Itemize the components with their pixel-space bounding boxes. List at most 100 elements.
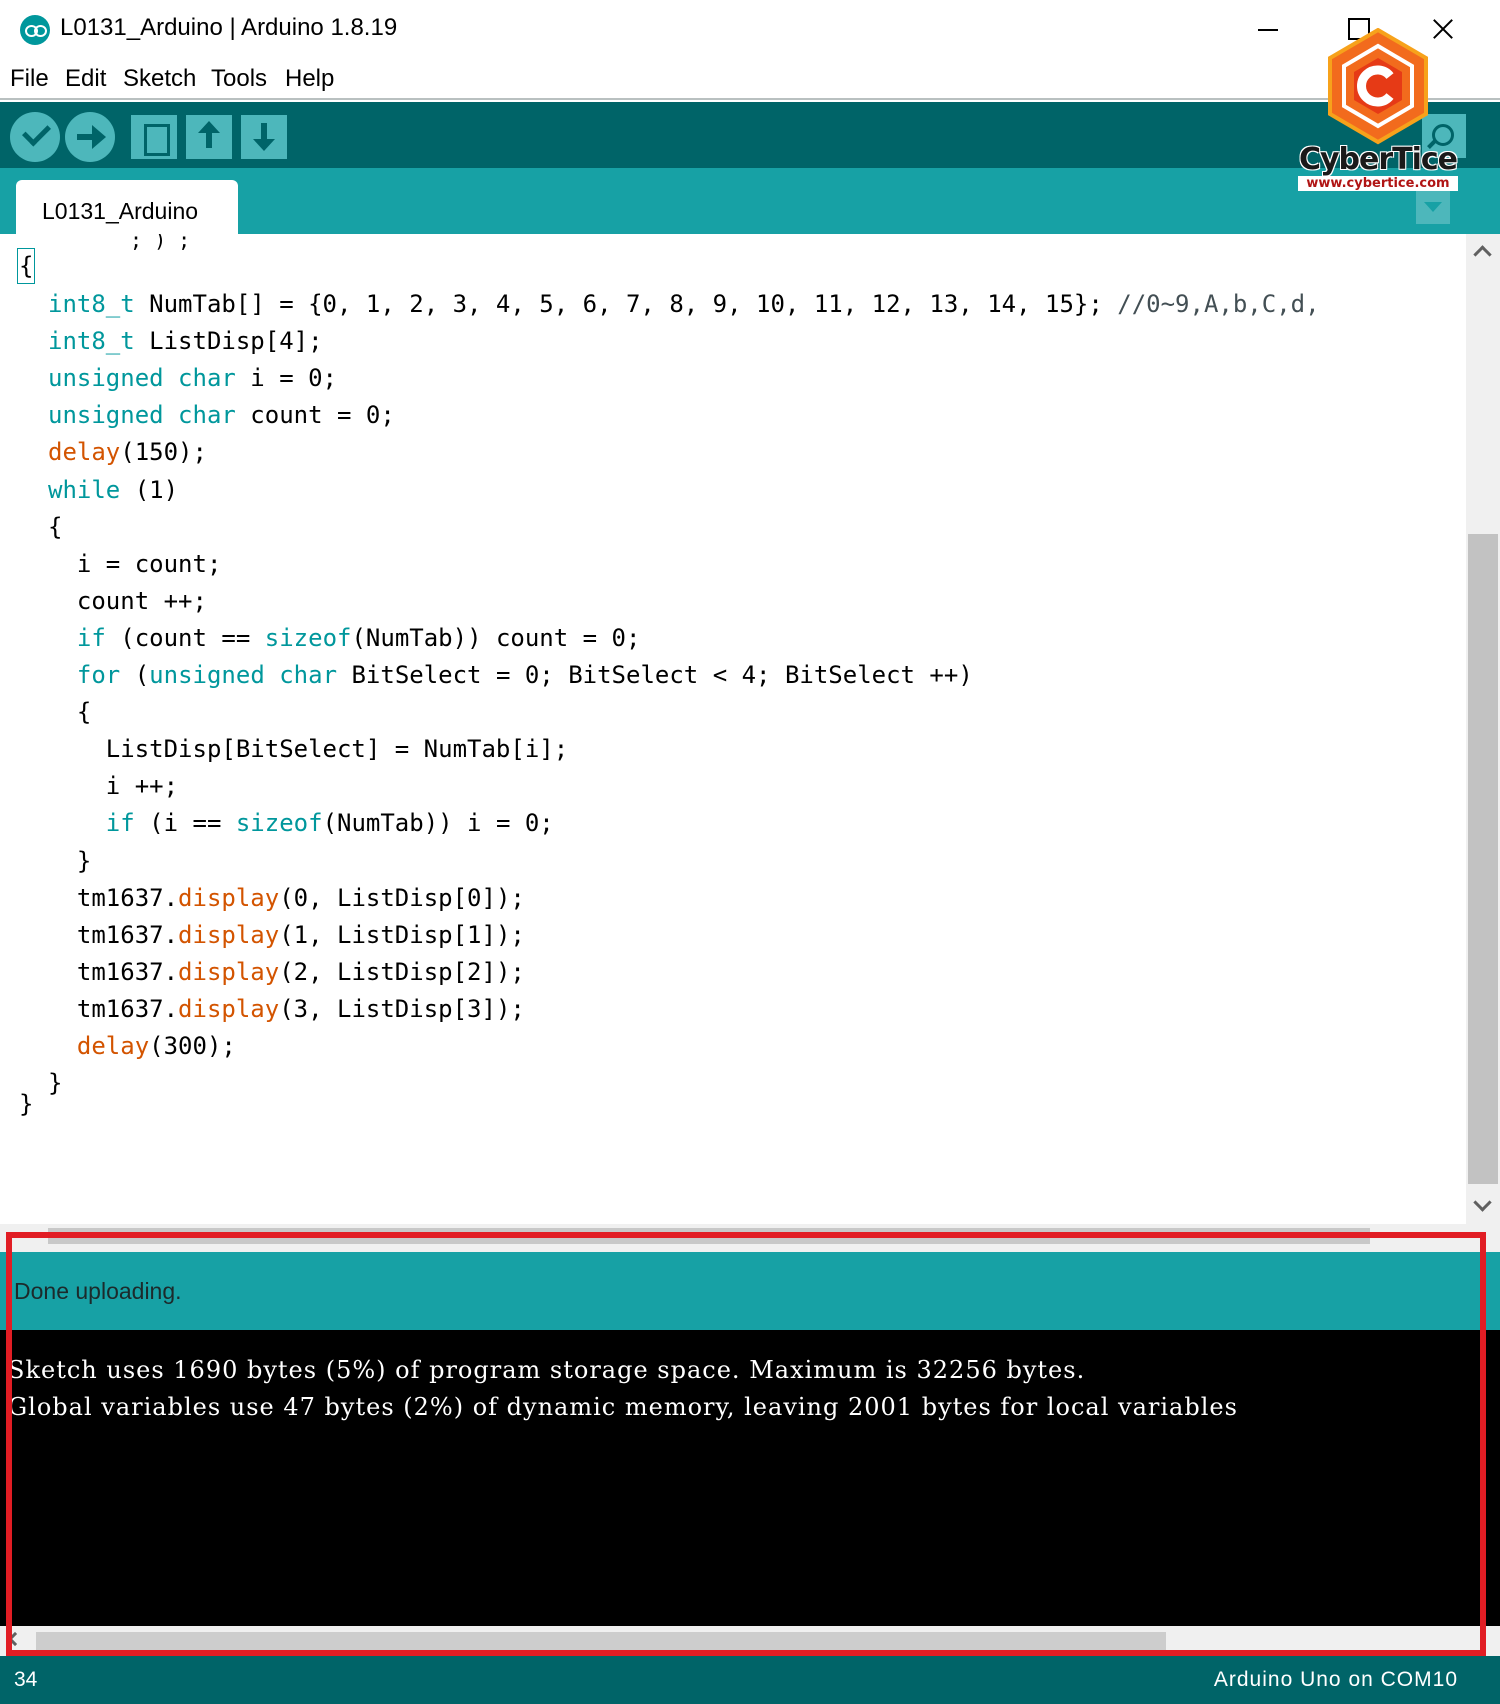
code-token: ListDisp[4];	[134, 327, 323, 356]
code-line: {	[48, 692, 91, 732]
code-line: tm1637.display(1, ListDisp[1]);	[48, 915, 525, 955]
clipped-code-line: ; ) ;	[130, 234, 191, 252]
keyword-token: char	[279, 661, 338, 689]
keyword-token: unsigned	[48, 401, 164, 430]
code-token: (NumTab)) i = 0;	[322, 809, 554, 838]
function-token: display	[178, 994, 280, 1023]
code-token: (3, ListDisp[3]);	[279, 994, 525, 1023]
code-line: unsigned char i = 0;	[48, 358, 337, 398]
watermark-name: CyberTice	[1298, 142, 1458, 177]
upload-icon[interactable]	[65, 112, 115, 162]
highlight-annotation	[6, 1232, 1486, 1656]
code-token: {	[48, 512, 63, 541]
verify-icon[interactable]	[10, 112, 60, 162]
scroll-thumb[interactable]	[1468, 534, 1498, 1184]
scroll-down-icon[interactable]	[1466, 1190, 1500, 1224]
code-line: tm1637.display(2, ListDisp[2]);	[48, 952, 525, 992]
code-token: tm1637.	[48, 920, 179, 949]
line-number: 34	[14, 1668, 38, 1691]
window-title: L0131_Arduino | Arduino 1.8.19	[60, 14, 398, 41]
code-line: }	[48, 1063, 62, 1103]
tab-strip: L0131_Arduino	[0, 168, 1500, 234]
code-token: i = count;	[48, 549, 222, 578]
code-token: BitSelect = 0; BitSelect < 4; BitSelect …	[337, 661, 973, 689]
code-line: int8_t NumTab[] = {0, 1, 2, 3, 4, 5, 6, …	[48, 284, 1320, 324]
function-token: display	[178, 920, 280, 949]
menu-file[interactable]: File	[10, 65, 49, 93]
comment-token: //0~9,A,b,C,d,	[1117, 290, 1320, 318]
open-icon[interactable]	[186, 115, 232, 159]
code-token: (NumTab)) count = 0;	[351, 623, 641, 652]
code-line: i ++;	[48, 766, 178, 806]
code-token: i ++;	[48, 772, 179, 801]
keyword-token: while	[48, 475, 121, 504]
code-token: NumTab[] = {0, 1, 2, 3, 4, 5, 6, 7, 8, 9…	[134, 290, 1118, 318]
code-line: }	[48, 841, 91, 881]
code-token: }	[48, 1069, 63, 1098]
code-token: (1)	[120, 475, 179, 504]
tab-sketch[interactable]: L0131_Arduino	[16, 180, 238, 234]
keyword-token: sizeof	[235, 809, 323, 838]
code-token: i = 0;	[235, 364, 337, 393]
keyword-token: if	[76, 623, 106, 652]
code-line: for (unsigned char BitSelect = 0; BitSel…	[48, 655, 973, 695]
keyword-token: for	[76, 661, 121, 689]
code-line: count ++;	[48, 581, 207, 621]
code-line: delay(150);	[48, 432, 207, 472]
code-line: while (1)	[48, 470, 178, 510]
code-token: (1, ListDisp[1]);	[279, 920, 525, 949]
menu-bar: File Edit Sketch Tools Help	[0, 60, 1500, 100]
toolbar	[0, 102, 1500, 168]
watermark-url: www.cybertice.com	[1298, 176, 1458, 191]
footer-status-bar: 34 Arduino Uno on COM10	[0, 1656, 1500, 1704]
function-token: display	[178, 957, 280, 986]
menu-help[interactable]: Help	[285, 65, 334, 93]
function-token: delay	[76, 1032, 150, 1060]
code-token: tm1637.	[48, 994, 179, 1023]
keyword-token: unsigned	[149, 661, 265, 689]
code-closing-brace: }	[19, 1090, 34, 1118]
keyword-token: int8_t	[48, 327, 135, 356]
code-token: (300);	[149, 1032, 236, 1060]
keyword-token: sizeof	[264, 623, 352, 652]
code-line: tm1637.display(0, ListDisp[0]);	[48, 878, 525, 918]
new-icon[interactable]	[131, 115, 177, 159]
code-token: ListDisp[BitSelect] = NumTab[i];	[48, 735, 569, 764]
code-line: i = count;	[48, 544, 222, 584]
code-editor[interactable]: ; ) ; { int8_t NumTab[] = {0, 1, 2, 3, 4…	[0, 234, 1466, 1224]
code-line: if (count == sizeof(NumTab)) count = 0;	[48, 618, 641, 658]
keyword-token: if	[105, 809, 135, 838]
scroll-up-icon[interactable]	[1466, 234, 1500, 268]
code-token: (i ==	[134, 809, 236, 838]
code-line: ListDisp[BitSelect] = NumTab[i];	[48, 729, 568, 769]
cybertice-hexagon-icon	[1328, 27, 1428, 145]
code-token: (0, ListDisp[0]);	[279, 883, 525, 912]
code-token: count ++;	[48, 586, 207, 615]
code-token: count = 0;	[235, 401, 395, 430]
menu-tools[interactable]: Tools	[211, 65, 267, 93]
menu-edit[interactable]: Edit	[65, 65, 106, 93]
code-line: int8_t ListDisp[4];	[48, 321, 323, 361]
cybertice-watermark-logo: CyberTice www.cybertice.com	[1298, 27, 1458, 196]
editor-vertical-scrollbar[interactable]	[1466, 234, 1500, 1224]
code-token: tm1637.	[48, 957, 179, 986]
code-token: (count ==	[105, 623, 265, 652]
minimize-button[interactable]	[1238, 0, 1298, 58]
board-port-info: Arduino Uno on COM10	[1213, 1668, 1458, 1691]
save-icon[interactable]	[241, 115, 287, 159]
menu-sketch[interactable]: Sketch	[123, 65, 196, 93]
code-token: (2, ListDisp[2]);	[279, 957, 525, 986]
code-token: tm1637.	[48, 883, 179, 912]
title-bar: L0131_Arduino | Arduino 1.8.19	[0, 0, 1500, 60]
keyword-token: unsigned	[48, 364, 164, 393]
keyword-token: char	[178, 364, 236, 393]
code-line: {	[48, 507, 62, 547]
code-line: if (i == sizeof(NumTab)) i = 0;	[48, 803, 554, 843]
